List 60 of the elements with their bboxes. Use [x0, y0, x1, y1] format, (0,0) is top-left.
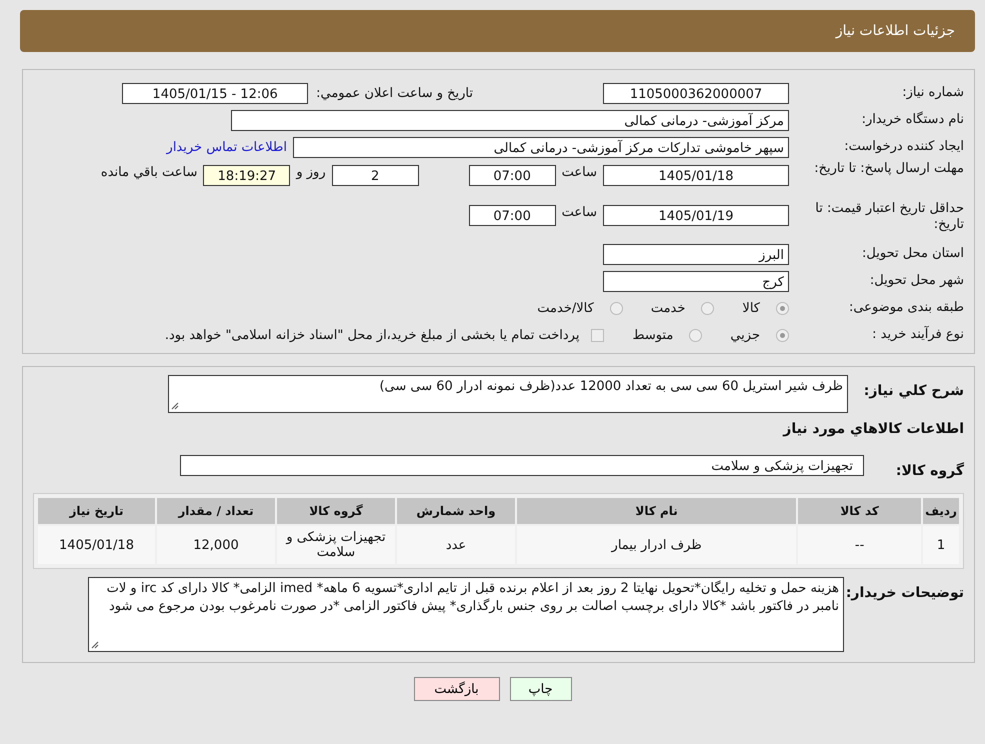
field-label: طبقه بندی موضوعی: [848, 300, 964, 317]
validity-date-field: 1405/01/19 [603, 205, 789, 226]
payment-checkbox[interactable] [591, 329, 604, 342]
description-field: ظرف شیر استریل 60 سی سی به تعداد 12000 عدد(ظرف نمونه ادرار 60 سی سی) [168, 375, 848, 413]
field-label: روز و [296, 165, 326, 180]
field-label: استان محل تحویل: [861, 246, 964, 263]
category-radio[interactable]: خدمت [650, 301, 714, 316]
field-label: تاریخ و ساعت اعلان عمومي: [316, 86, 473, 101]
field-label: ساعت باقي مانده [100, 165, 198, 180]
column-header: گروه کالا [277, 498, 395, 524]
print-button[interactable]: چاپ [510, 677, 572, 701]
field-label: توضیحات خریدار: [844, 584, 964, 601]
resize-grip-icon[interactable] [171, 402, 179, 410]
buyer-notes-field: هزینه حمل و تخلیه رایگان*تحویل نهایتا 2 روز بعد از اعلام برنده قبل از تایم اداری*تسویه 6 ماهه* imed الزامی* کالا دارای کد irc و لات نامبر در فاکتور باشد *کالا دارای برچسب اصالت بر روی جنس بارگذاری* پیش فاکتور الزامی *در صورت نامرغوب بودن مرجوع می شود [88, 577, 844, 652]
announce-date-field: 1405/01/15 - 12:06 [122, 83, 308, 104]
resize-grip-icon[interactable] [91, 641, 99, 649]
goods-group-field: تجهیزات پزشکی و سلامت [180, 455, 864, 476]
table-cell: 12,000 [157, 526, 275, 564]
table-cell: تجهیزات پزشکی و سلامت [277, 526, 395, 564]
process-radio[interactable]: متوسط [632, 328, 702, 343]
field-label: ایجاد کننده درخواست: [843, 139, 964, 156]
buyer-field: مرکز آموزشی- درمانی کمالی [231, 110, 789, 131]
field-label: نوع فرآیند خرید : [871, 327, 964, 344]
column-header: واحد شمارش [397, 498, 515, 524]
column-header: ردیف [923, 498, 959, 524]
field-label: شرح کلي نیاز: [862, 382, 964, 399]
field-label: نام دستگاه خریدار: [860, 112, 964, 129]
city-field: کرج [603, 271, 789, 292]
field-label: ساعت [562, 205, 597, 220]
column-header: کد کالا [798, 498, 921, 524]
province-field: البرز [603, 244, 789, 265]
need-number-field: 1105000362000007 [603, 83, 789, 104]
column-header: تعداد / مقدار [157, 498, 275, 524]
field-label: حداقل تاریخ اعتبار قیمت: تا تاریخ: [814, 201, 964, 234]
field-label: مهلت ارسال پاسخ: تا تاریخ: [813, 161, 964, 178]
contact-link[interactable]: اطلاعات تماس خریدار [166, 140, 287, 155]
deadline-time-field: 07:00 [468, 165, 556, 186]
process-radio[interactable]: جزیي [730, 328, 789, 343]
field-label: شماره نیاز: [901, 85, 964, 102]
table-cell: -- [798, 526, 921, 564]
table-cell: 1 [923, 526, 959, 564]
table-cell: عدد [397, 526, 515, 564]
table-cell: ظرف ادرار بیمار [517, 526, 796, 564]
page-title: جزئیات اطلاعات نیاز [836, 23, 955, 39]
section-heading: اطلاعات کالاهاي مورد نیاز [782, 421, 964, 437]
remaining-time-field: 18:19:27 [203, 165, 290, 186]
deadline-date-field: 1405/01/18 [603, 165, 789, 186]
category-radio[interactable]: کالا [742, 301, 789, 316]
column-header: نام کالا [517, 498, 796, 524]
back-button[interactable]: بازگشت [414, 677, 500, 701]
column-header: تاریخ نیاز [38, 498, 155, 524]
field-label: شهر محل تحویل: [868, 273, 964, 290]
days-field: 2 [332, 165, 419, 186]
validity-time-field: 07:00 [468, 205, 556, 226]
field-label: گروه کالا: [894, 461, 964, 479]
field-label: ساعت [562, 165, 597, 180]
requester-field: سپهر خاموشی تدارکات مرکز آموزشی- درمانی کمالی [293, 137, 789, 158]
payment-label: پرداخت تمام یا بخشی از مبلغ خرید،از محل "اسناد خزانه اسلامی" خواهد بود. [164, 328, 580, 343]
table-cell: 1405/01/18 [38, 526, 155, 564]
category-radio[interactable]: کالا/خدمت [537, 301, 623, 316]
